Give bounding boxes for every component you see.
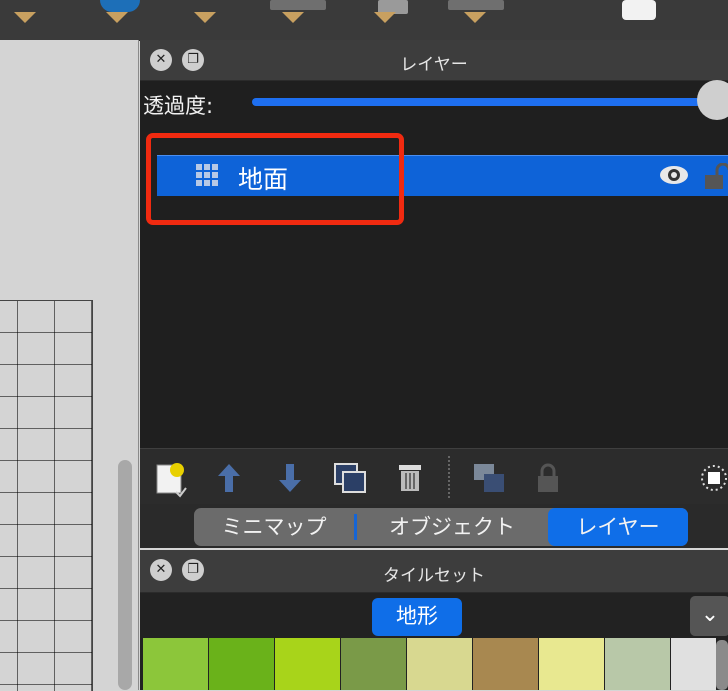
opacity-label: 透過度:	[143, 94, 214, 118]
tab-objects[interactable]: オブジェクト	[357, 508, 547, 546]
eye-icon[interactable]	[659, 163, 689, 187]
tool-icon[interactable]	[100, 0, 140, 12]
tileset-scrollbar[interactable]	[716, 640, 728, 690]
move-down-icon[interactable]	[277, 462, 303, 494]
tile[interactable]	[473, 638, 538, 690]
layer-panel-title-bar: ✕ ❐ レイヤー	[140, 40, 728, 81]
dice-icon[interactable]	[622, 0, 656, 20]
tool-icon[interactable]	[448, 0, 504, 10]
tile[interactable]	[539, 638, 604, 690]
add-layer-icon[interactable]	[156, 462, 190, 498]
highlight-annotation	[146, 133, 404, 225]
tileset-tab-terrain[interactable]: 地形	[372, 598, 462, 636]
main-toolbar	[0, 0, 728, 41]
merge-layers-icon[interactable]	[472, 462, 508, 496]
tile[interactable]	[275, 638, 340, 690]
tab-layers[interactable]: レイヤー	[548, 508, 688, 546]
tileset-title-bar: ✕ ❐ タイルセット	[140, 550, 728, 593]
lock-layer-icon[interactable]	[536, 462, 560, 494]
chevron-down-icon[interactable]	[106, 12, 128, 23]
tab-minimap[interactable]: ミニマップ	[194, 508, 354, 546]
layer-options-icon[interactable]	[698, 462, 728, 494]
tile[interactable]	[341, 638, 406, 690]
tile[interactable]	[209, 638, 274, 690]
tile[interactable]	[143, 638, 208, 690]
layer-panel-title: レイヤー	[400, 55, 468, 75]
tile[interactable]	[671, 638, 716, 690]
map-grid[interactable]	[0, 300, 93, 691]
opacity-slider[interactable]	[252, 98, 712, 106]
duplicate-layer-icon[interactable]	[333, 462, 367, 494]
lock-icon[interactable]	[703, 163, 728, 191]
tileset-title: タイルセット	[383, 566, 485, 586]
toolbar-divider	[448, 456, 450, 498]
chevron-down-icon[interactable]: ⌄	[690, 596, 728, 636]
chevron-down-icon[interactable]	[374, 12, 396, 23]
tool-icon[interactable]	[270, 0, 326, 10]
tile[interactable]	[605, 638, 670, 690]
canvas-scrollbar[interactable]	[118, 460, 132, 690]
chevron-down-icon[interactable]	[464, 12, 486, 23]
chevron-down-icon[interactable]	[14, 12, 36, 23]
trash-icon[interactable]	[397, 462, 423, 494]
chevron-down-icon[interactable]	[282, 12, 304, 23]
tile[interactable]	[407, 638, 472, 690]
chevron-down-icon[interactable]	[194, 12, 216, 23]
move-up-icon[interactable]	[216, 462, 242, 494]
